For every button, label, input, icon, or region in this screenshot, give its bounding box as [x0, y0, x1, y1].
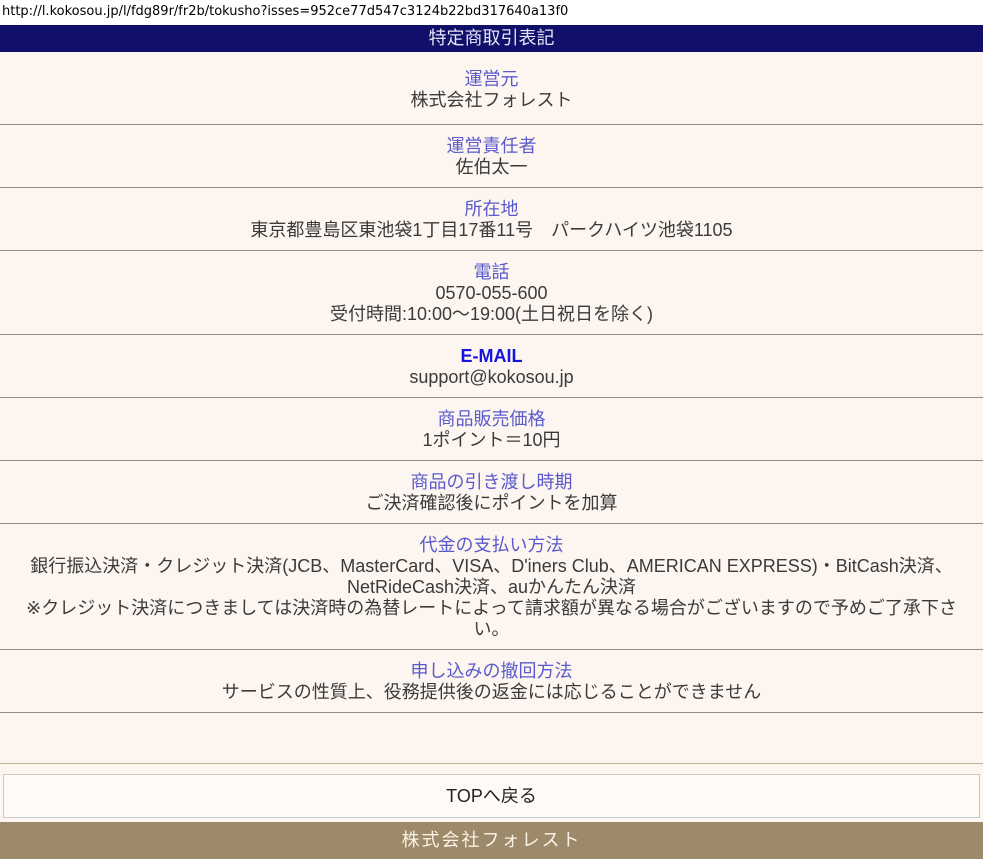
section-lines: 銀行振込決済・クレジット決済(JCB、MasterCard、VISA、D'ine…	[10, 556, 973, 640]
section-lines: 1ポイント＝10円	[10, 430, 973, 451]
disclosure-section: 電話 0570-055-600受付時間:10:00～19:00(土日祝日を除く)	[0, 251, 983, 335]
disclosure-section: 代金の支払い方法 銀行振込決済・クレジット決済(JCB、MasterCard、V…	[0, 524, 983, 650]
section-heading: 代金の支払い方法	[10, 534, 973, 556]
top-button-wrap: TOPへ戻る	[0, 764, 983, 822]
section-line: 東京都豊島区東池袋1丁目17番11号 パークハイツ池袋1105	[10, 220, 973, 241]
section-line: 1ポイント＝10円	[10, 430, 973, 451]
footer-company-bar: 株式会社フォレスト	[0, 822, 983, 859]
section-line: support@kokosou.jp	[10, 367, 973, 388]
section-line: 株式会社フォレスト	[10, 90, 973, 111]
disclosure-section: 運営責任者 佐伯太一	[0, 125, 983, 188]
section-lines: ご決済確認後にポイントを加算	[10, 493, 973, 514]
section-heading: 運営責任者	[10, 135, 973, 157]
disclosure-section: 申し込みの撤回方法 サービスの性質上、役務提供後の返金には応じることができません	[0, 650, 983, 713]
section-heading: 商品販売価格	[10, 408, 973, 430]
section-line: 銀行振込決済・クレジット決済(JCB、MasterCard、VISA、D'ine…	[10, 556, 973, 598]
section-heading: 商品の引き渡し時期	[10, 471, 973, 493]
section-heading-email-link[interactable]: E-MAIL	[10, 345, 973, 367]
section-line: 0570-055-600	[10, 283, 973, 304]
back-to-top-button[interactable]: TOPへ戻る	[3, 774, 980, 818]
section-line: ※クレジット決済につきましては決済時の為替レートによって請求額が異なる場合がござ…	[10, 598, 973, 640]
empty-section	[0, 713, 983, 764]
disclosure-section: 運営元 株式会社フォレスト	[0, 52, 983, 125]
section-lines: 株式会社フォレスト	[10, 90, 973, 111]
section-lines: 東京都豊島区東池袋1丁目17番11号 パークハイツ池袋1105	[10, 220, 973, 241]
section-lines: support@kokosou.jp	[10, 367, 973, 388]
section-line: ご決済確認後にポイントを加算	[10, 493, 973, 514]
disclosure-section: E-MAIL support@kokosou.jp	[0, 335, 983, 398]
disclosure-sections: 運営元 株式会社フォレスト 運営責任者 佐伯太一 所在地 東京都豊島区東池袋1丁…	[0, 52, 983, 713]
section-lines: 0570-055-600受付時間:10:00～19:00(土日祝日を除く)	[10, 283, 973, 325]
disclosure-section: 商品販売価格 1ポイント＝10円	[0, 398, 983, 461]
section-heading: 所在地	[10, 198, 973, 220]
section-line: 佐伯太一	[10, 157, 973, 178]
section-lines: サービスの性質上、役務提供後の返金には応じることができません	[10, 682, 973, 703]
section-line: 受付時間:10:00～19:00(土日祝日を除く)	[10, 304, 973, 325]
page-url-text: http://l.kokosou.jp/l/fdg89r/fr2b/tokush…	[0, 0, 983, 25]
section-heading: 申し込みの撤回方法	[10, 660, 973, 682]
section-heading: 電話	[10, 261, 973, 283]
disclosure-section: 商品の引き渡し時期 ご決済確認後にポイントを加算	[0, 461, 983, 524]
section-lines: 佐伯太一	[10, 157, 973, 178]
page-title: 特定商取引表記	[0, 25, 983, 52]
section-heading: 運営元	[10, 68, 973, 90]
section-line: サービスの性質上、役務提供後の返金には応じることができません	[10, 682, 973, 703]
disclosure-section: 所在地 東京都豊島区東池袋1丁目17番11号 パークハイツ池袋1105	[0, 188, 983, 251]
